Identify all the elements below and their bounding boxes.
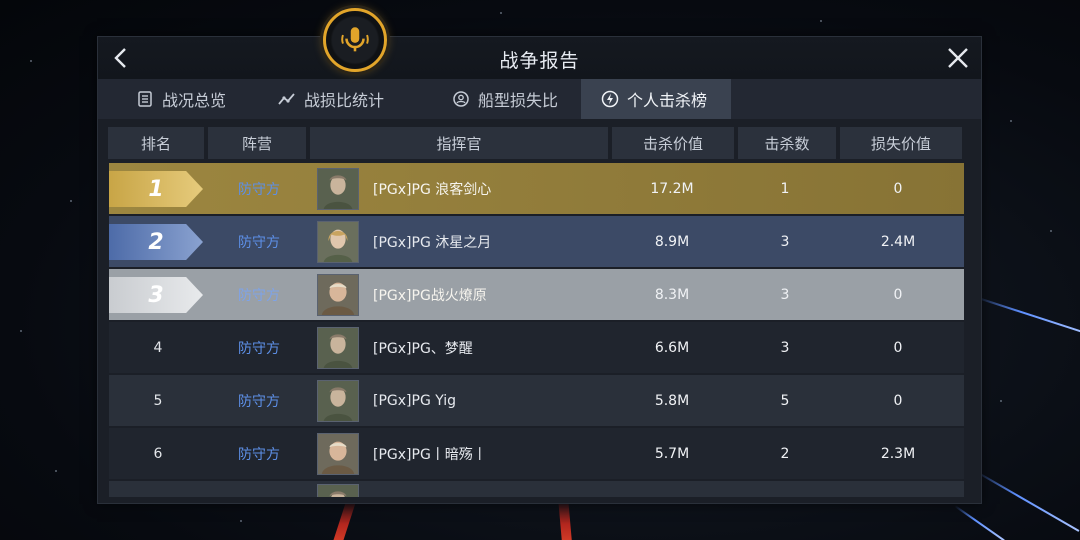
kills-cell: 2 <box>780 445 790 462</box>
table-header: 排名 阵营 指挥官 击杀价值 击杀数 损失价值 <box>104 127 977 161</box>
rank-number: 4 <box>153 339 163 356</box>
close-icon <box>948 48 968 68</box>
lightning-icon <box>601 90 619 108</box>
column-header-kills: 击杀数 <box>738 127 836 159</box>
tab-ship-type-loss[interactable]: 船型损失比 <box>406 79 581 119</box>
kill-ranking-table[interactable]: 排名 阵营 指挥官 击杀价值 击杀数 损失价值 1 防守方 [PGx]PG 浪客… <box>104 127 977 497</box>
faction-cell: 防守方 <box>238 234 280 251</box>
faction-cell: 防守方 <box>238 446 280 463</box>
loss-value-cell: 0 <box>893 180 903 197</box>
kill-value-cell: 17.2M <box>650 180 694 197</box>
commander-name: [PGx]PG战火燎原 <box>373 287 487 304</box>
kill-value-cell: 5.8M <box>654 392 690 409</box>
rank-number: 5 <box>153 392 163 409</box>
kill-value-cell: 8.3M <box>654 286 690 303</box>
kills-cell: 3 <box>780 233 790 250</box>
commander-name: [PGx]PG 浪客剑心 <box>373 181 492 198</box>
tab-label: 个人击杀榜 <box>627 91 708 110</box>
avatar <box>317 484 359 497</box>
loss-value-cell: 0 <box>893 286 903 303</box>
rank-badge: 3 <box>109 277 203 313</box>
list-icon <box>138 91 152 107</box>
column-header-rank: 排名 <box>108 127 204 159</box>
loss-value-cell: 2.4M <box>880 233 916 250</box>
commander-name: [PGx]PG Yig <box>373 392 457 409</box>
voice-chat-button[interactable] <box>323 8 387 72</box>
loss-value-cell: 2.3M <box>880 445 916 462</box>
kills-cell: 1 <box>780 180 790 197</box>
faction-cell: 防守方 <box>238 287 280 304</box>
faction-cell: 防守方 <box>238 181 280 198</box>
table-row[interactable]: 4 防守方 [PGx]PG、梦醒 6.6M 3 0 <box>109 322 964 373</box>
page-title: 战争报告 <box>499 50 580 72</box>
kills-cell: 3 <box>780 286 790 303</box>
line-chart-icon <box>278 93 295 105</box>
microphone-icon <box>341 27 369 52</box>
avatar <box>317 379 359 422</box>
tab-label: 战况总览 <box>162 91 227 110</box>
kill-value-cell: 5.7M <box>654 445 690 462</box>
avatar <box>317 220 359 263</box>
tab-battle-overview[interactable]: 战况总览 <box>98 79 248 119</box>
table-row[interactable]: 5 防守方 [PGx]PG Yig 5.8M 5 0 <box>109 375 964 426</box>
avatar <box>317 273 359 316</box>
table-row[interactable]: 2 防守方 [PGx]PG 沐星之月 8.9M 3 2.4M <box>109 216 964 267</box>
tab-label: 战损比统计 <box>304 91 385 110</box>
commander-name: [PGx]PG 沐星之月 <box>373 234 492 251</box>
kill-value-cell: 6.6M <box>654 339 690 356</box>
war-report-panel: 战争报告 战况总览 战损比统计 船型损失比 个人击杀榜 排名 阵营 指挥官 击杀… <box>97 36 982 504</box>
loss-value-cell: 0 <box>893 392 903 409</box>
avatar <box>317 326 359 369</box>
avatar <box>317 167 359 210</box>
table-row[interactable]: 3 防守方 [PGx]PG战火燎原 8.3M 3 0 <box>109 269 964 320</box>
rank-badge: 1 <box>109 171 203 207</box>
ship-icon <box>453 91 469 107</box>
rank-number: 6 <box>153 445 163 462</box>
rank-badge: 2 <box>109 224 203 260</box>
column-header-loss-value: 损失价值 <box>840 127 962 159</box>
column-header-faction: 阵营 <box>208 127 306 159</box>
faction-cell: 防守方 <box>238 393 280 410</box>
table-row[interactable]: 1 防守方 [PGx]PG 浪客剑心 17.2M 1 0 <box>109 163 964 214</box>
column-header-commander: 指挥官 <box>310 127 608 159</box>
tab-label: 船型损失比 <box>478 91 559 110</box>
avatar <box>317 432 359 475</box>
kills-cell: 3 <box>780 339 790 356</box>
close-button[interactable] <box>943 43 973 73</box>
tab-loss-ratio-stats[interactable]: 战损比统计 <box>248 79 406 119</box>
table-row-partial[interactable] <box>109 481 964 497</box>
column-header-kill-value: 击杀价值 <box>612 127 734 159</box>
faction-cell: 防守方 <box>238 340 280 357</box>
tab-bar: 战况总览 战损比统计 船型损失比 个人击杀榜 <box>98 79 981 119</box>
loss-value-cell: 0 <box>893 339 903 356</box>
top-bar: 战争报告 <box>98 37 981 79</box>
kill-value-cell: 8.9M <box>654 233 690 250</box>
tab-personal-kill-board[interactable]: 个人击杀榜 <box>581 79 731 119</box>
commander-name: [PGx]PG、梦醒 <box>373 340 473 357</box>
table-row[interactable]: 6 防守方 [PGx]PG丨暗殇丨 5.7M 2 2.3M <box>109 428 964 479</box>
commander-name: [PGx]PG丨暗殇丨 <box>373 446 487 463</box>
kills-cell: 5 <box>780 392 790 409</box>
